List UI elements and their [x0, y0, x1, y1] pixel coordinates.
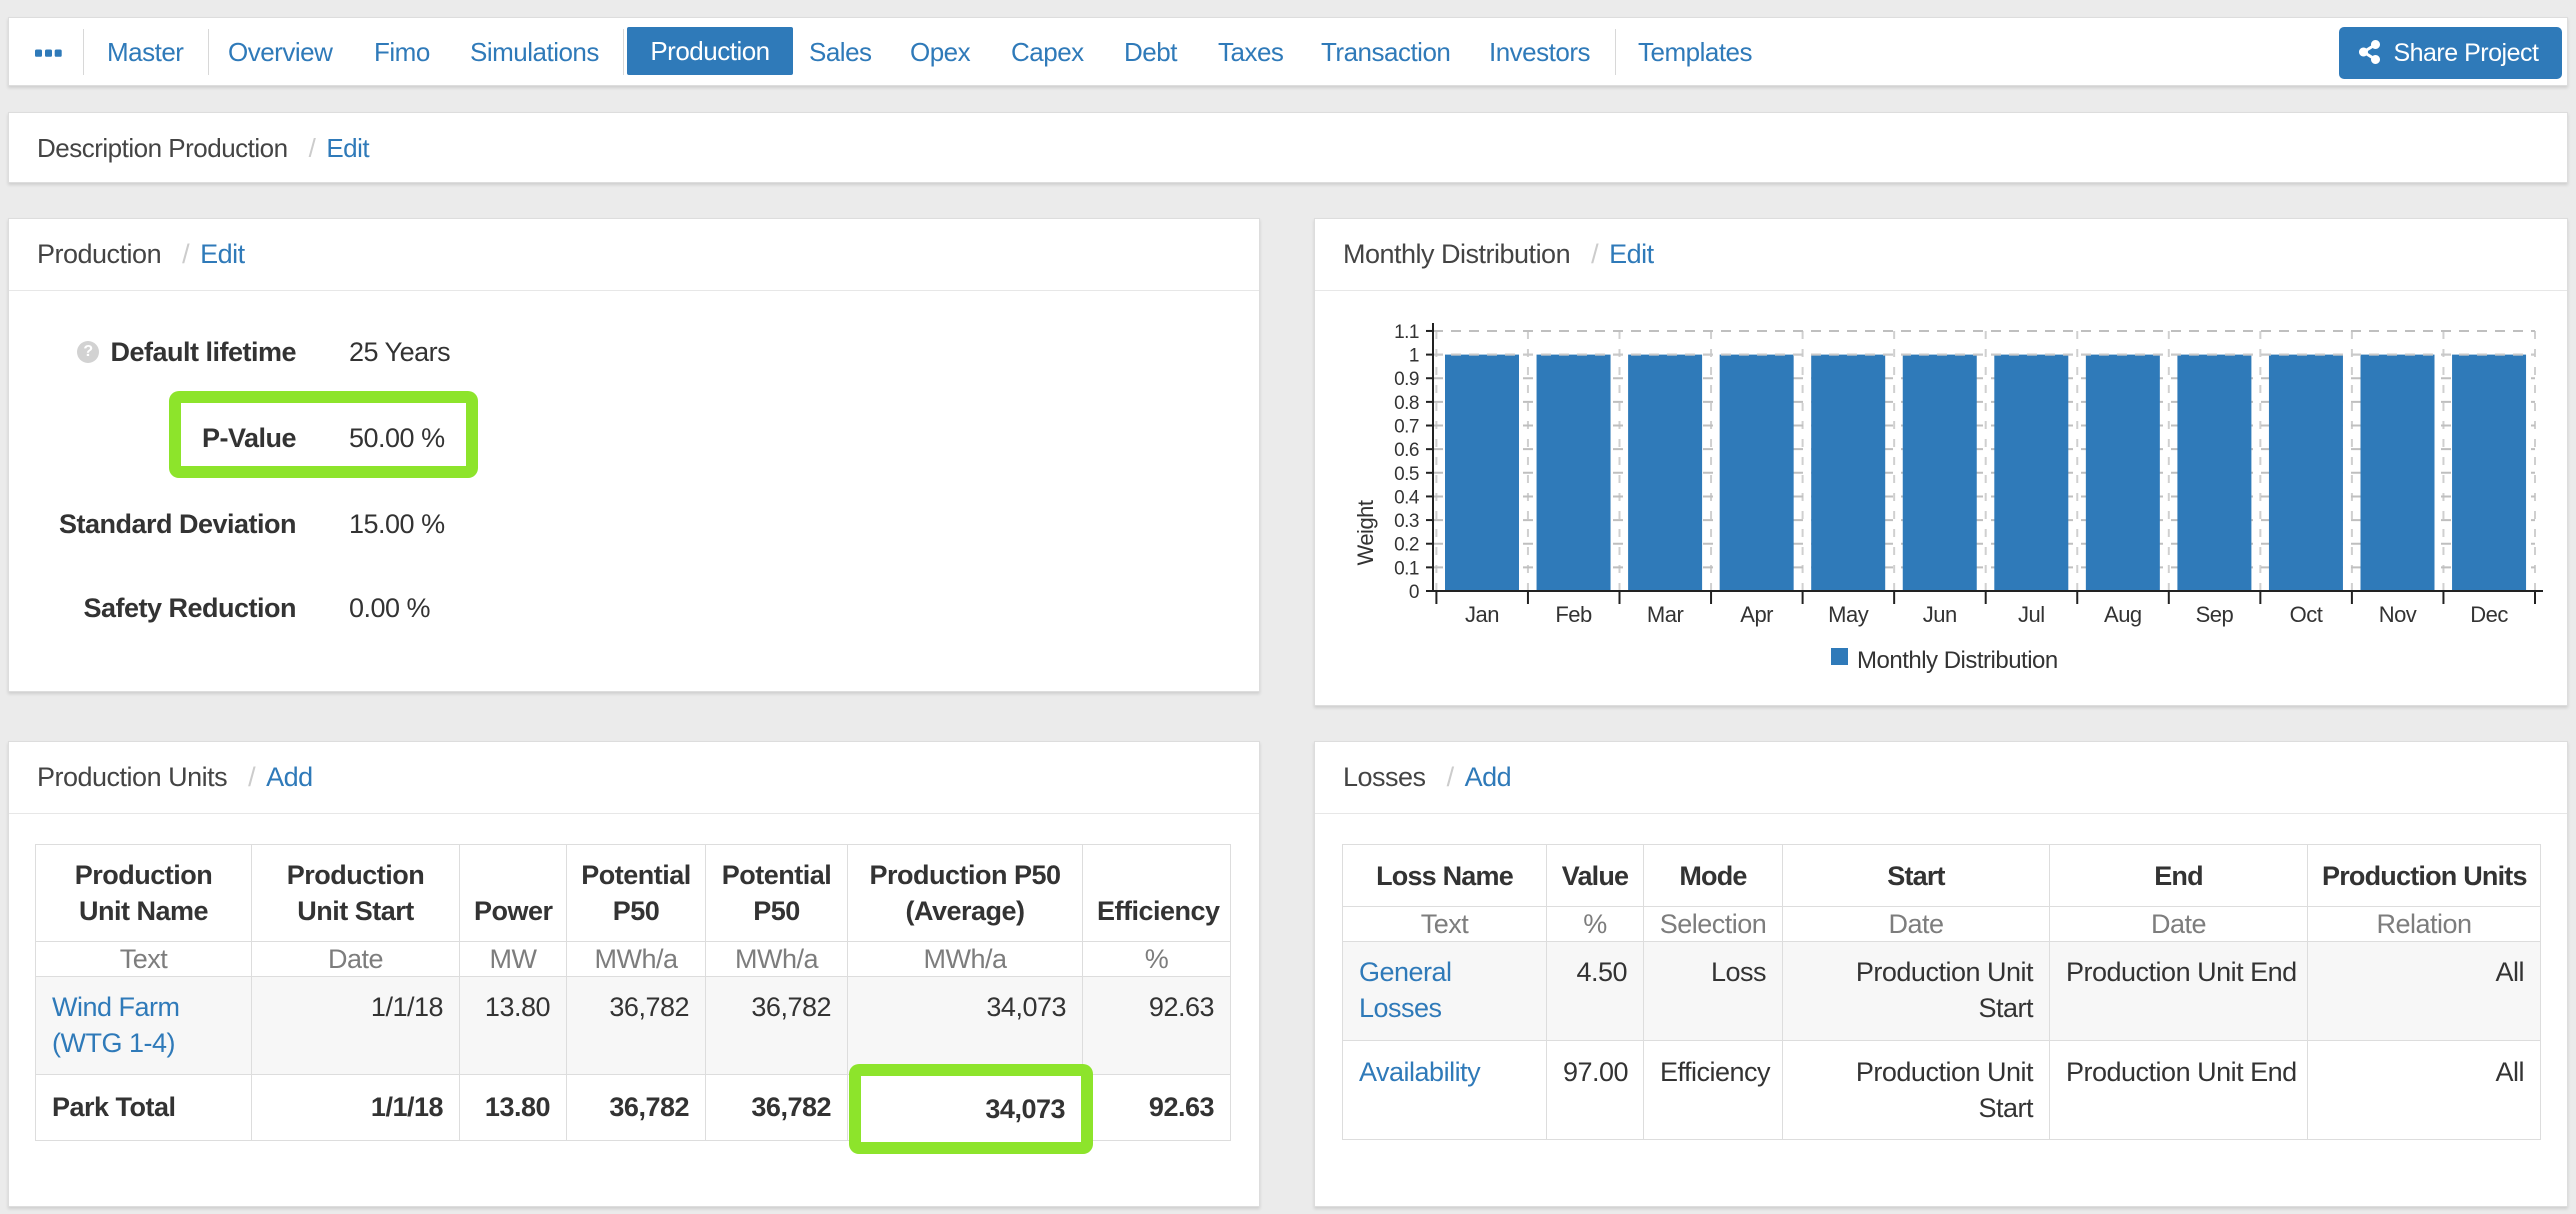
svg-text:Jan: Jan — [1465, 602, 1499, 627]
svg-text:0.5: 0.5 — [1394, 464, 1419, 485]
svg-text:1.1: 1.1 — [1394, 322, 1419, 343]
svg-text:May: May — [1828, 602, 1869, 627]
svg-text:1: 1 — [1409, 346, 1419, 367]
svg-text:Apr: Apr — [1740, 602, 1773, 627]
svg-text:Jul: Jul — [2018, 602, 2045, 627]
svg-text:Aug: Aug — [2104, 602, 2142, 627]
svg-text:0.2: 0.2 — [1394, 535, 1419, 556]
svg-text:0: 0 — [1409, 582, 1419, 603]
svg-text:Oct: Oct — [2290, 602, 2323, 627]
svg-text:Nov: Nov — [2379, 602, 2417, 627]
svg-text:Monthly Distribution: Monthly Distribution — [1857, 647, 2058, 674]
svg-text:Mar: Mar — [1647, 602, 1684, 627]
svg-text:Dec: Dec — [2470, 602, 2508, 627]
svg-text:0.7: 0.7 — [1394, 417, 1419, 438]
svg-text:Weight: Weight — [1353, 500, 1378, 565]
svg-text:Feb: Feb — [1555, 602, 1592, 627]
svg-text:0.3: 0.3 — [1394, 511, 1419, 532]
svg-text:Jun: Jun — [1923, 602, 1957, 627]
svg-text:0.9: 0.9 — [1394, 369, 1419, 390]
svg-text:0.1: 0.1 — [1394, 558, 1419, 579]
svg-text:0.6: 0.6 — [1394, 440, 1419, 461]
svg-text:0.4: 0.4 — [1394, 487, 1420, 508]
svg-text:Sep: Sep — [2196, 602, 2234, 627]
svg-text:0.8: 0.8 — [1394, 393, 1419, 414]
